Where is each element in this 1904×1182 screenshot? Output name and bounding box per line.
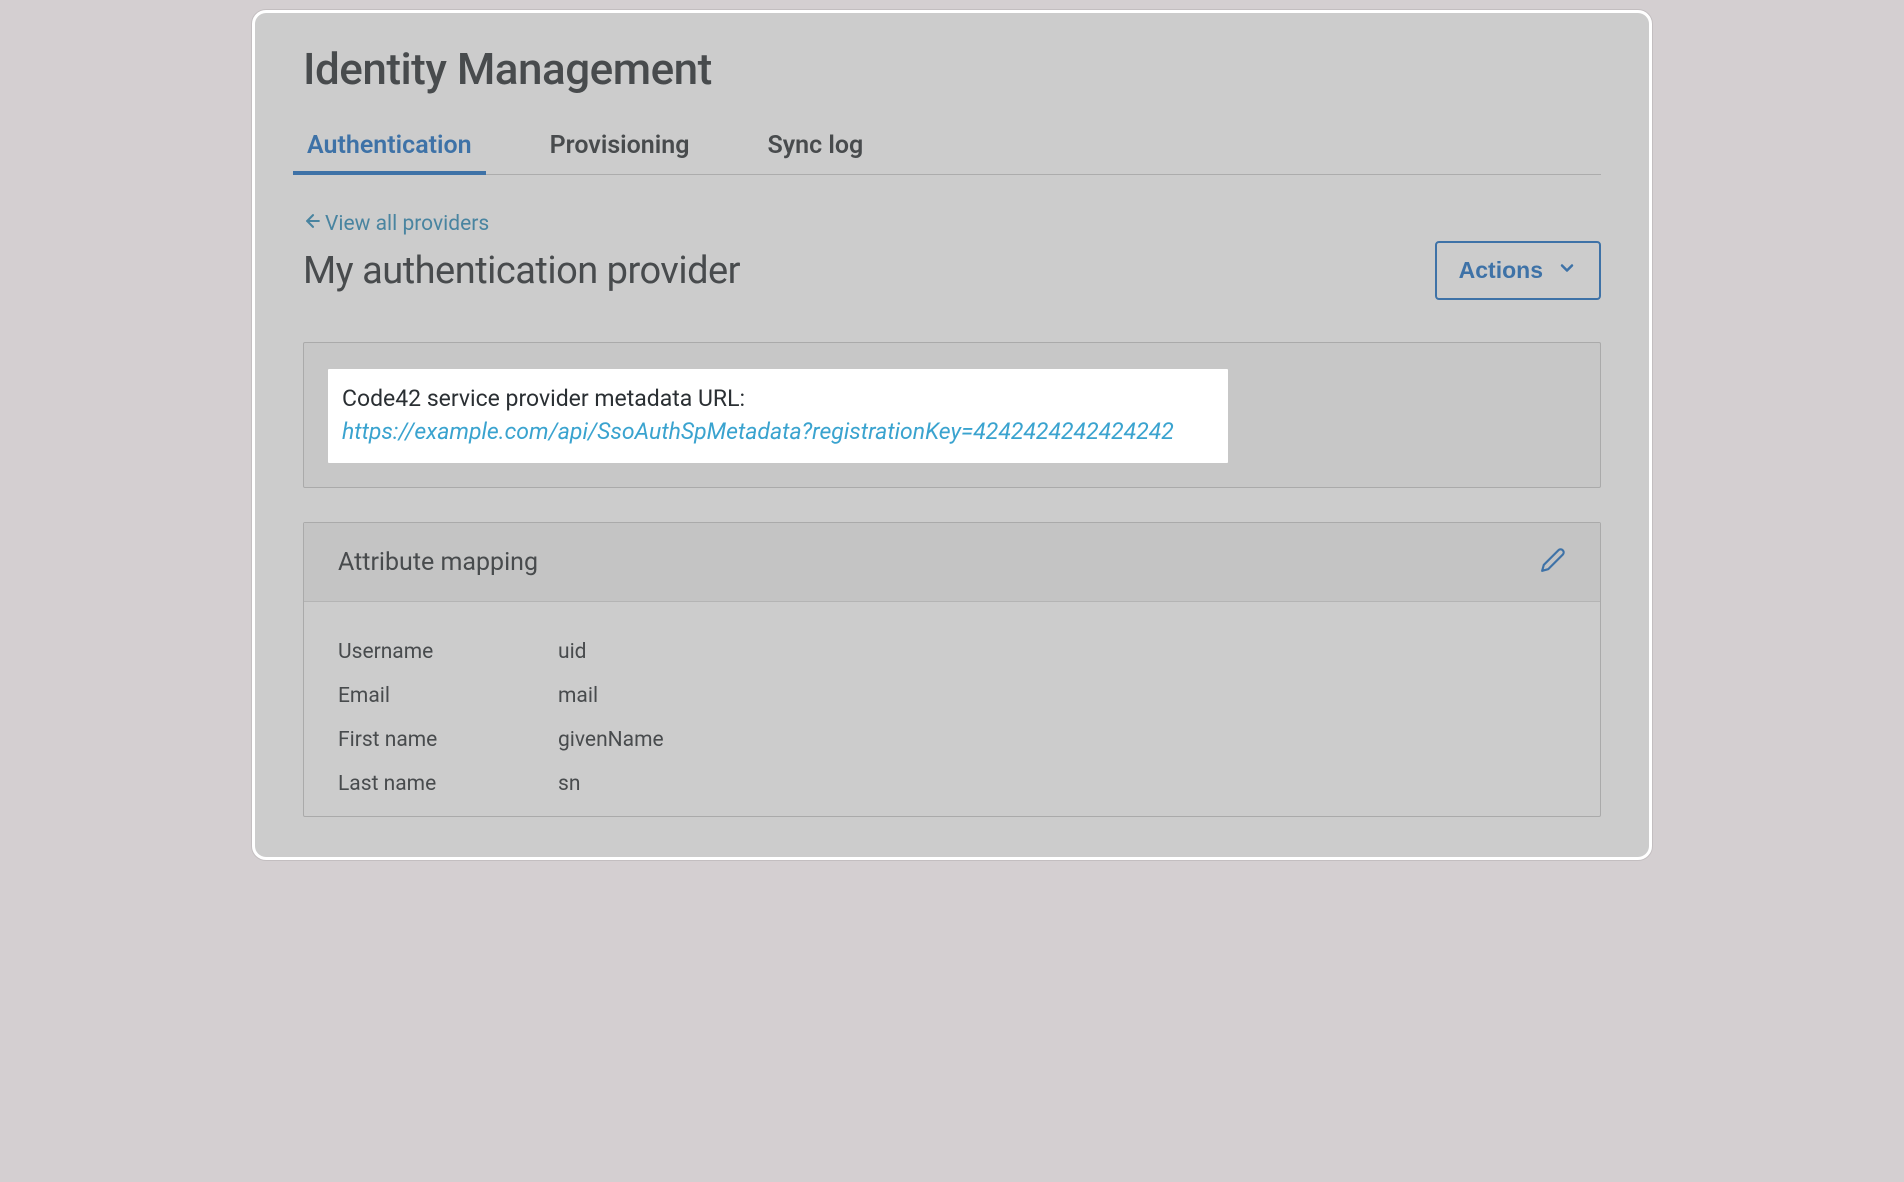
app-frame: Identity Management Authentication Provi… bbox=[252, 10, 1652, 860]
back-link[interactable]: View all providers bbox=[303, 211, 489, 237]
metadata-url-link[interactable]: https://example.com/api/SsoAuthSpMetadat… bbox=[342, 418, 1214, 445]
pencil-icon bbox=[1540, 558, 1566, 577]
tab-label: Provisioning bbox=[550, 131, 690, 160]
actions-button[interactable]: Actions bbox=[1435, 241, 1601, 300]
tab-bar: Authentication Provisioning Sync log bbox=[303, 123, 1601, 175]
page-title: Identity Management bbox=[303, 43, 1601, 95]
attr-value: uid bbox=[558, 640, 587, 664]
attribute-mapping-body: Username uid Email mail First name given… bbox=[304, 602, 1600, 816]
attr-row-username: Username uid bbox=[338, 630, 1566, 674]
arrow-left-icon bbox=[303, 211, 323, 237]
metadata-panel: Code42 service provider metadata URL: ht… bbox=[303, 342, 1601, 488]
page-content: Identity Management Authentication Provi… bbox=[255, 13, 1649, 857]
chevron-down-icon bbox=[1557, 257, 1577, 284]
attr-key: Last name bbox=[338, 772, 558, 796]
attribute-mapping-header: Attribute mapping bbox=[304, 523, 1600, 602]
attr-row-email: Email mail bbox=[338, 674, 1566, 718]
provider-title: My authentication provider bbox=[303, 249, 740, 293]
tab-label: Sync log bbox=[767, 131, 863, 160]
actions-button-label: Actions bbox=[1459, 257, 1543, 284]
attr-value: givenName bbox=[558, 728, 664, 752]
attr-key: Email bbox=[338, 684, 558, 708]
attribute-mapping-title: Attribute mapping bbox=[338, 548, 538, 577]
attr-key: First name bbox=[338, 728, 558, 752]
metadata-label: Code42 service provider metadata URL: bbox=[342, 385, 1214, 412]
attr-value: mail bbox=[558, 684, 598, 708]
attr-key: Username bbox=[338, 640, 558, 664]
attribute-mapping-panel: Attribute mapping Username uid Email mai… bbox=[303, 522, 1601, 817]
provider-header-row: My authentication provider Actions bbox=[303, 241, 1601, 300]
attr-row-last-name: Last name sn bbox=[338, 762, 1566, 806]
back-link-label: View all providers bbox=[325, 212, 489, 236]
tab-authentication[interactable]: Authentication bbox=[303, 123, 476, 174]
metadata-card: Code42 service provider metadata URL: ht… bbox=[328, 369, 1228, 463]
edit-button[interactable] bbox=[1540, 547, 1566, 577]
attr-row-first-name: First name givenName bbox=[338, 718, 1566, 762]
tab-provisioning[interactable]: Provisioning bbox=[546, 123, 694, 174]
tab-label: Authentication bbox=[307, 131, 472, 160]
attr-value: sn bbox=[558, 772, 580, 796]
tab-sync-log[interactable]: Sync log bbox=[763, 123, 867, 174]
